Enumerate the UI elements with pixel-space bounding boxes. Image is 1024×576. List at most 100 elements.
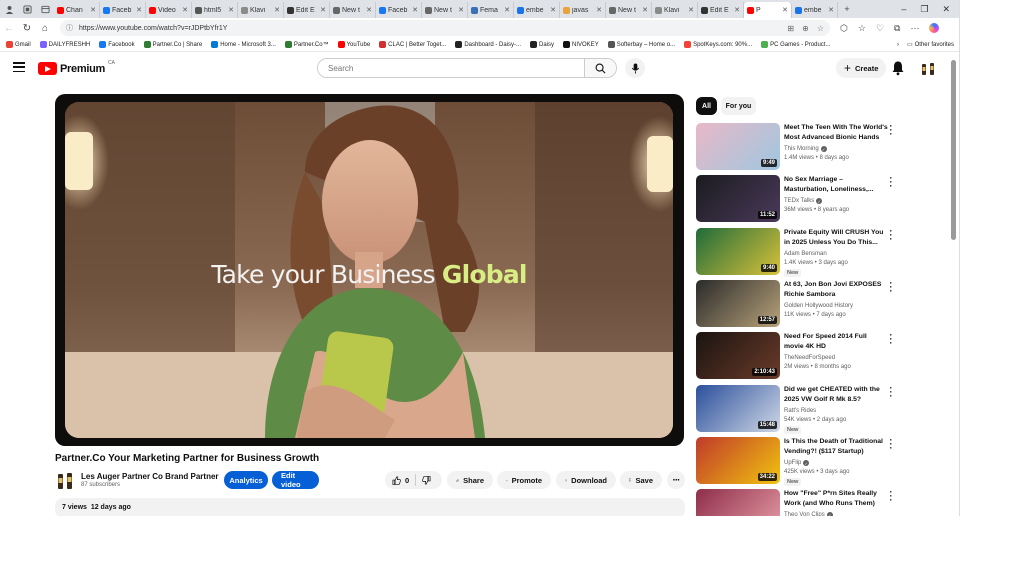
recommendation-thumbnail[interactable]: 2:10:43 <box>696 332 780 379</box>
tab-close-icon[interactable]: ✕ <box>688 6 694 14</box>
browser-tab[interactable]: Edit E ✕ <box>698 2 744 18</box>
tab-close-icon[interactable]: ✕ <box>550 6 556 14</box>
more-vertical-icon[interactable]: · · · <box>888 331 894 348</box>
recommendation-item[interactable]: 15:48 Did we get CHEATED with the 2025 VW… <box>696 384 902 434</box>
recommendation-thumbnail[interactable]: 12:57 <box>696 280 780 327</box>
recommendation-title[interactable]: Did we get CHEATED with the 2025 VW Golf… <box>784 385 888 404</box>
browser-tab[interactable]: P ✕ <box>744 2 792 18</box>
zoom-icon[interactable]: ⊕ <box>802 24 809 33</box>
more-vertical-icon[interactable]: · · · <box>888 279 894 296</box>
bookmark-item[interactable]: Partner.Co™ <box>284 41 329 48</box>
recommendation-item[interactable]: 9:49 Meet The Teen With The World's Most … <box>696 122 902 172</box>
browser-tab[interactable]: New t ✕ <box>606 2 652 18</box>
bookmark-item[interactable]: Home - Microsoft 3... <box>211 41 276 48</box>
browser-tab[interactable]: javas ✕ <box>560 2 606 18</box>
more-vertical-icon[interactable]: · · · <box>888 174 894 191</box>
video-player[interactable]: Take your Business Global <box>55 94 684 446</box>
recommendation-item[interactable]: 11:52 No Sex Marriage – Masturbation, Lon… <box>696 174 902 224</box>
minimize-icon[interactable]: – <box>901 4 906 15</box>
tab-close-icon[interactable]: ✕ <box>782 6 788 14</box>
home-icon[interactable]: ⌂ <box>36 23 54 34</box>
tab-close-icon[interactable]: ✕ <box>596 6 602 14</box>
profile-icon[interactable] <box>2 2 16 16</box>
copilot-icon[interactable] <box>929 23 940 33</box>
recommendation-item[interactable]: 34:22 Is This the Death of Traditional Ve… <box>696 436 902 486</box>
account-avatar[interactable] <box>921 60 935 76</box>
recommendation-title[interactable]: Need For Speed 2014 Full movie 4K HD <box>784 332 888 351</box>
tab-close-icon[interactable]: ✕ <box>90 6 96 14</box>
tab-actions-icon[interactable] <box>38 2 52 16</box>
recommendation-title[interactable]: Is This the Death of Traditional Vending… <box>784 437 888 456</box>
new-tab-plus-icon[interactable]: + <box>840 2 854 16</box>
menu-icon[interactable] <box>13 62 25 72</box>
bookmark-item[interactable]: PC Games - Product... <box>761 41 830 48</box>
more-vertical-icon[interactable]: · · · <box>888 436 894 453</box>
settings-more-icon[interactable]: ⋯ <box>910 23 919 34</box>
recommendation-title[interactable]: How "Free" P*rn Sites Really Work (and W… <box>784 489 888 508</box>
browser-tab[interactable]: Faceb ✕ <box>100 2 146 18</box>
bookmark-item[interactable]: CLAC | Better Toget... <box>379 41 446 48</box>
bookmark-item[interactable]: Gmail <box>6 41 31 48</box>
download-button[interactable]: Download <box>556 471 616 489</box>
browser-tab[interactable]: html5 ✕ <box>192 2 238 18</box>
share-button[interactable]: Share <box>447 471 493 489</box>
channel-name[interactable]: Les Auger Partner Co Brand Partner <box>81 472 219 481</box>
tab-close-icon[interactable]: ✕ <box>642 6 648 14</box>
youtube-premium-logo[interactable]: Premium CA <box>38 60 115 75</box>
bookmark-item[interactable]: Dashboard - Daisy-... <box>455 41 521 48</box>
back-icon[interactable]: ← <box>0 23 18 34</box>
recommendation-channel[interactable]: TEDx Talks ✓ <box>784 198 823 204</box>
bookmark-item[interactable]: Daisy <box>530 41 554 48</box>
page-scrollbar-thumb[interactable] <box>951 60 956 240</box>
more-vertical-icon[interactable]: · · · <box>888 227 894 244</box>
recommendation-title[interactable]: At 63, Jon Bon Jovi EXPOSES Richie Sambo… <box>784 280 888 299</box>
favorites-icon[interactable]: ☆ <box>858 23 866 34</box>
lock-icon[interactable]: ⓘ <box>66 23 73 33</box>
recommendation-channel[interactable]: Ratt's Rides <box>784 408 816 414</box>
tab-close-icon[interactable]: ✕ <box>458 6 464 14</box>
recommendation-title[interactable]: Meet The Teen With The World's Most Adva… <box>784 123 888 142</box>
recommendation-title[interactable]: No Sex Marriage – Masturbation, Loneline… <box>784 175 888 194</box>
recommendation-thumbnail[interactable] <box>696 489 780 516</box>
browser-tab[interactable]: Chan ✕ <box>54 2 100 18</box>
more-vertical-icon[interactable]: · · · <box>888 122 894 139</box>
favorite-star-icon[interactable]: ☆ <box>817 24 824 33</box>
like-button[interactable]: 0 <box>385 474 417 486</box>
recommendation-channel[interactable]: Golden Hollywood History <box>784 303 853 309</box>
maximize-icon[interactable]: ❐ <box>920 4 928 15</box>
recommendation-channel[interactable]: Adam Bensman <box>784 251 827 257</box>
more-vertical-icon[interactable]: · · · <box>888 488 894 505</box>
more-actions-button[interactable]: ··· <box>667 471 685 489</box>
browser-tab[interactable]: New t ✕ <box>422 2 468 18</box>
recommendation-thumbnail[interactable]: 34:22 <box>696 437 780 484</box>
bookmark-item[interactable]: YouTube <box>337 41 370 48</box>
recommendation-channel[interactable]: UpFlip ✓ <box>784 460 810 466</box>
more-vertical-icon[interactable]: · · · <box>888 384 894 401</box>
app-available-icon[interactable]: ⊞ <box>787 24 794 33</box>
tab-close-icon[interactable]: ✕ <box>734 6 740 14</box>
recommendation-channel[interactable]: TheNeedForSpeed <box>784 355 835 361</box>
tab-close-icon[interactable]: ✕ <box>274 6 280 14</box>
browser-tab[interactable]: embe ✕ <box>514 2 560 18</box>
edit-video-button[interactable]: Edit video <box>272 471 319 489</box>
browser-tab[interactable]: embe ✕ <box>792 2 838 18</box>
tab-close-icon[interactable]: ✕ <box>182 6 188 14</box>
recommendation-item[interactable]: 9:40 Private Equity Will CRUSH You in 202… <box>696 227 902 277</box>
bookmark-item[interactable]: Partner.Co | Share <box>143 41 202 48</box>
browser-tab[interactable]: Klavi ✕ <box>652 2 698 18</box>
voice-search-button[interactable] <box>625 58 645 78</box>
refresh-icon[interactable]: ↻ <box>18 23 36 34</box>
recommendation-item[interactable]: How "Free" P*rn Sites Really Work (and W… <box>696 488 902 516</box>
url-text[interactable]: https://www.youtube.com/watch?v=rJDPtbYf… <box>79 25 779 32</box>
other-favorites[interactable]: ▭ Other favorites <box>907 41 954 49</box>
chip-for-you[interactable]: For you <box>721 97 756 115</box>
recommendation-thumbnail[interactable]: 9:49 <box>696 123 780 170</box>
recommendation-channel[interactable]: Theo Von Clips ✓ <box>784 512 833 516</box>
tab-close-icon[interactable]: ✕ <box>366 6 372 14</box>
tab-close-icon[interactable]: ✕ <box>412 6 418 14</box>
bookmark-item[interactable]: Facebook <box>99 41 135 48</box>
browser-tab[interactable]: Edit E ✕ <box>284 2 330 18</box>
search-button[interactable] <box>584 59 616 77</box>
create-button[interactable]: + Create <box>836 58 887 78</box>
bookmarks-overflow-chevron-icon[interactable]: › <box>897 42 899 48</box>
